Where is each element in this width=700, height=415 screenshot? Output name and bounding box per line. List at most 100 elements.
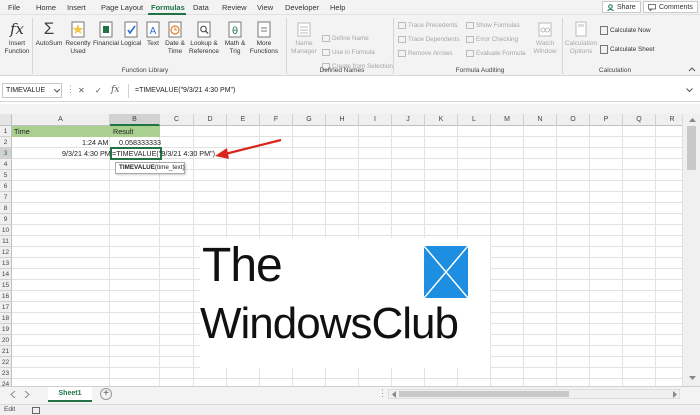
evaluate-formula-button[interactable]: Evaluate Formula <box>466 50 525 57</box>
column-header-k[interactable]: K <box>425 114 458 126</box>
row-header-17[interactable]: 17 <box>0 302 12 313</box>
sheet-tab-sheet1[interactable]: Sheet1 <box>48 387 92 402</box>
fx-icon[interactable]: fx <box>111 85 119 95</box>
watch-window-button[interactable]: Watch Window <box>530 19 560 56</box>
text-button[interactable]: A Text <box>143 19 163 48</box>
calculate-now-button[interactable]: Calculate Now <box>600 26 651 35</box>
prev-sheet-icon[interactable] <box>10 391 16 398</box>
column-header-f[interactable]: F <box>260 114 293 126</box>
use-in-formula-button[interactable]: Use in Formula <box>322 49 375 56</box>
tooltip-function-name[interactable]: TIMEVALUE <box>119 164 155 171</box>
row-header-11[interactable]: 11 <box>0 236 12 247</box>
row-header-2[interactable]: 2 <box>0 137 12 148</box>
define-name-button[interactable]: Define Name <box>322 35 369 42</box>
column-header-n[interactable]: N <box>524 114 557 126</box>
scroll-down-icon[interactable] <box>689 376 696 381</box>
column-header-j[interactable]: J <box>392 114 425 126</box>
column-header-c[interactable]: C <box>160 114 194 126</box>
column-header-e[interactable]: E <box>227 114 260 126</box>
row-header-19[interactable]: 19 <box>0 324 12 335</box>
tab-page-layout[interactable]: Page Layout <box>101 3 143 12</box>
tab-home[interactable]: Home <box>36 3 56 12</box>
column-header-h[interactable]: H <box>326 114 359 126</box>
expand-formula-bar-icon[interactable] <box>686 88 693 93</box>
column-header-i[interactable]: I <box>359 114 392 126</box>
more-functions-button[interactable]: More Functions <box>248 19 280 56</box>
tab-insert[interactable]: Insert <box>67 3 86 12</box>
trace-precedents-button[interactable]: Trace Precedents <box>398 22 457 29</box>
formula-input[interactable]: =TIMEVALUE("9/3/21 4:30 PM") <box>135 87 235 94</box>
row-header-8[interactable]: 8 <box>0 203 12 214</box>
scroll-left-icon[interactable] <box>391 391 396 398</box>
calculate-sheet-button[interactable]: Calculate Sheet <box>600 45 654 54</box>
column-header-d[interactable]: D <box>194 114 227 126</box>
trace-dependents-button[interactable]: Trace Dependents <box>398 36 460 43</box>
row-header-4[interactable]: 4 <box>0 159 12 170</box>
tab-review[interactable]: Review <box>222 3 247 12</box>
row-header-14[interactable]: 14 <box>0 269 12 280</box>
column-header-b[interactable]: B <box>110 114 160 126</box>
autosum-button[interactable]: Σ AutoSum <box>35 19 63 48</box>
row-header-12[interactable]: 12 <box>0 247 12 258</box>
row-header-7[interactable]: 7 <box>0 192 12 203</box>
column-header-l[interactable]: L <box>458 114 491 126</box>
row-header-10[interactable]: 10 <box>0 225 12 236</box>
error-checking-button[interactable]: Error Checking <box>466 36 518 43</box>
tab-developer[interactable]: Developer <box>285 3 319 12</box>
collapse-ribbon-icon[interactable] <box>688 66 696 72</box>
row-header-18[interactable]: 18 <box>0 313 12 324</box>
logical-button[interactable]: Logical <box>119 19 143 48</box>
row-header-3[interactable]: 3 <box>0 148 12 159</box>
accessibility-icon[interactable] <box>32 407 40 414</box>
date-time-button[interactable]: Date & Time <box>163 19 187 56</box>
row-header-20[interactable]: 20 <box>0 335 12 346</box>
row-header-23[interactable]: 23 <box>0 368 12 379</box>
scroll-thumb[interactable] <box>687 126 696 170</box>
chevron-down-icon[interactable] <box>54 89 60 93</box>
tab-formulas[interactable]: Formulas <box>151 3 185 12</box>
column-header-q[interactable]: Q <box>623 114 656 126</box>
column-header-o[interactable]: O <box>557 114 590 126</box>
scroll-thumb[interactable] <box>399 391 569 397</box>
scroll-right-icon[interactable] <box>673 391 678 398</box>
row-header-1[interactable]: 1 <box>0 126 12 137</box>
math-trig-button[interactable]: θ Math & Trig <box>221 19 249 56</box>
name-manager-icon <box>297 22 311 37</box>
row-header-13[interactable]: 13 <box>0 258 12 269</box>
insert-function-button[interactable]: fx Insert Function <box>4 19 30 56</box>
tab-view[interactable]: View <box>257 3 273 12</box>
name-manager-button[interactable]: Name Manager <box>289 19 319 56</box>
row-header-9[interactable]: 9 <box>0 214 12 225</box>
share-button[interactable]: Share <box>602 1 641 13</box>
row-header-6[interactable]: 6 <box>0 181 12 192</box>
row-header-16[interactable]: 16 <box>0 291 12 302</box>
column-header-m[interactable]: M <box>491 114 524 126</box>
next-sheet-icon[interactable] <box>24 391 30 398</box>
remove-arrows-button[interactable]: Remove Arrows <box>398 50 452 57</box>
lookup-reference-button[interactable]: Lookup & Reference <box>187 19 221 56</box>
comments-button[interactable]: Comments <box>643 1 698 13</box>
row-header-21[interactable]: 21 <box>0 346 12 357</box>
select-all-corner[interactable] <box>0 114 12 126</box>
enter-icon[interactable]: ✓ <box>95 86 102 95</box>
column-header-g[interactable]: G <box>293 114 326 126</box>
horizontal-scrollbar[interactable] <box>388 389 680 399</box>
add-sheet-button[interactable]: + <box>100 388 112 400</box>
vertical-scrollbar[interactable] <box>682 114 700 386</box>
cancel-icon[interactable]: ✕ <box>78 86 85 95</box>
cell-b3[interactable]: =TIMEVALUE("9/3/21 4:30 PM") <box>112 148 215 159</box>
scroll-up-icon[interactable] <box>689 117 696 122</box>
tab-data[interactable]: Data <box>193 3 209 12</box>
show-formulas-button[interactable]: Show Formulas <box>466 22 520 29</box>
recently-used-button[interactable]: Recently Used <box>64 19 92 56</box>
name-box[interactable]: TIMEVALUE <box>2 83 62 98</box>
financial-button[interactable]: Financial <box>92 19 120 48</box>
tab-file[interactable]: File <box>8 3 20 12</box>
row-header-15[interactable]: 15 <box>0 280 12 291</box>
column-header-a[interactable]: A <box>12 114 110 126</box>
row-header-5[interactable]: 5 <box>0 170 12 181</box>
row-header-22[interactable]: 22 <box>0 357 12 368</box>
calculation-options-button[interactable]: Calculation Options <box>564 19 598 56</box>
tab-help[interactable]: Help <box>330 3 345 12</box>
column-header-p[interactable]: P <box>590 114 623 126</box>
